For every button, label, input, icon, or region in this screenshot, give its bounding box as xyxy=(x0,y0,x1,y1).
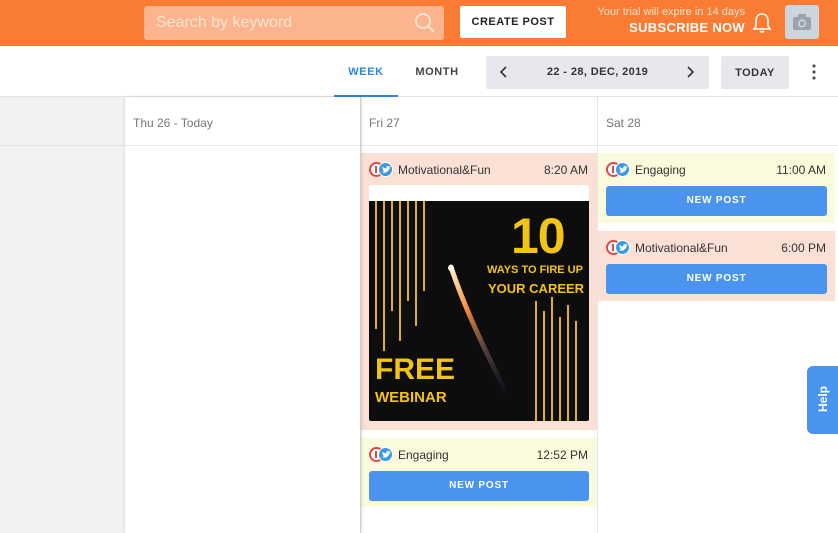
help-label: Help xyxy=(816,386,830,413)
decor-line xyxy=(383,201,385,351)
search-input[interactable]: Search by keyword xyxy=(156,14,292,32)
twitter-icon xyxy=(378,447,393,462)
calendar-toolbar: WEEK MONTH 22 - 28, DEC, 2019 TODAY xyxy=(0,46,838,97)
top-bar: Search by keyword CREATE POST Your trial… xyxy=(0,0,838,46)
trial-notice: Your trial will expire in 14 days SUBSCR… xyxy=(575,6,745,36)
decor-line xyxy=(399,201,401,341)
new-post-button[interactable]: NEW POST xyxy=(606,186,827,216)
decor-line xyxy=(551,297,553,421)
decor-line xyxy=(375,201,377,329)
post-time: 11:00 AM xyxy=(776,163,826,177)
decor-line xyxy=(567,305,569,421)
twitter-icon xyxy=(378,162,393,177)
decor-line xyxy=(559,317,561,421)
decor-line xyxy=(391,201,393,311)
day-header: Fri 27 xyxy=(361,97,597,146)
day-column-thu[interactable]: Thu 26 - Today xyxy=(124,97,361,533)
post-time: 12:52 PM xyxy=(536,448,588,462)
post-category: Engaging xyxy=(635,163,686,177)
date-range-label: 22 - 28, DEC, 2019 xyxy=(546,66,649,78)
twitter-icon xyxy=(615,162,630,177)
new-post-button[interactable]: NEW POST xyxy=(369,471,589,501)
more-vertical-icon[interactable] xyxy=(808,62,820,82)
help-tab[interactable]: Help xyxy=(807,366,838,434)
decor-line xyxy=(415,201,417,326)
post-category: Motivational&Fun xyxy=(398,163,491,177)
camera-icon xyxy=(793,14,811,30)
webinar-image: 10 WAYS TO FIRE UP YOUR CAREER FREE WEBI… xyxy=(369,201,589,421)
post-image[interactable]: 10 WAYS TO FIRE UP YOUR CAREER FREE WEBI… xyxy=(369,185,589,421)
chevron-right-icon[interactable] xyxy=(684,66,696,78)
new-post-button[interactable]: NEW POST xyxy=(606,264,827,294)
day-header: Thu 26 - Today xyxy=(125,97,360,146)
scheduled-post[interactable]: Motivational&Fun 6:00 PM NEW POST xyxy=(598,231,835,301)
trial-message: Your trial will expire in 14 days xyxy=(597,6,745,18)
search-field[interactable]: Search by keyword xyxy=(144,6,444,40)
scheduled-post[interactable]: Engaging 11:00 AM NEW POST xyxy=(598,153,835,223)
search-icon[interactable] xyxy=(414,12,436,34)
date-range-picker: 22 - 28, DEC, 2019 xyxy=(486,56,709,89)
tab-month[interactable]: MONTH xyxy=(406,46,468,97)
scheduled-post[interactable]: Motivational&Fun 8:20 AM 10 WAYS TO FIRE… xyxy=(361,153,597,430)
gutter-divider xyxy=(0,145,124,146)
today-button[interactable]: TODAY xyxy=(721,56,789,89)
scheduled-post[interactable]: Engaging 12:52 PM NEW POST xyxy=(361,438,597,507)
post-header: Motivational&Fun 6:00 PM xyxy=(598,231,835,265)
decor-line xyxy=(575,321,577,421)
create-post-button[interactable]: CREATE POST xyxy=(460,6,566,38)
webinar-line-4: WEBINAR xyxy=(375,389,447,406)
post-header: Engaging 11:00 AM xyxy=(598,153,835,187)
post-time: 8:20 AM xyxy=(543,163,588,177)
webinar-line-3: FREE xyxy=(375,353,456,386)
day-header: Sat 28 xyxy=(598,97,838,146)
post-category: Engaging xyxy=(398,448,449,462)
tab-week[interactable]: WEEK xyxy=(334,46,398,97)
profile-avatar[interactable] xyxy=(785,5,819,39)
webinar-line-1: WAYS TO FIRE UP xyxy=(487,264,583,276)
day-column-fri[interactable]: Fri 27 Motivational&Fun 8:20 AM 10 WAYS … xyxy=(361,97,598,533)
twitter-icon xyxy=(615,240,630,255)
day-column-sat[interactable]: Sat 28 Engaging 11:00 AM NEW POST Motiva… xyxy=(598,97,838,533)
decor-line xyxy=(423,201,425,291)
post-header: Motivational&Fun 8:20 AM xyxy=(361,153,597,187)
time-gutter xyxy=(0,97,124,533)
post-time: 6:00 PM xyxy=(781,241,826,255)
bell-icon[interactable] xyxy=(752,12,772,34)
post-category: Motivational&Fun xyxy=(635,241,728,255)
post-header: Engaging 12:52 PM xyxy=(361,438,597,472)
webinar-line-2: YOUR CAREER xyxy=(488,281,585,296)
webinar-number: 10 xyxy=(511,208,566,264)
decor-line xyxy=(407,201,409,301)
subscribe-link[interactable]: SUBSCRIBE NOW xyxy=(575,19,745,36)
